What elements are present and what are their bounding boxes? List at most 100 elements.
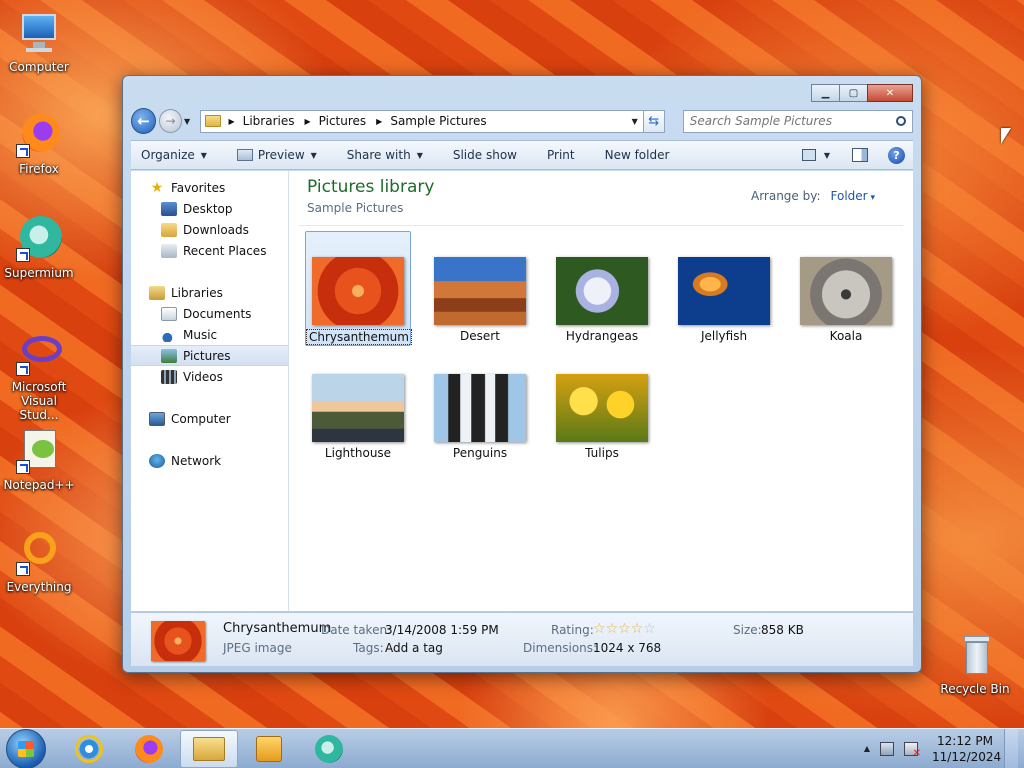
star-icon[interactable]: ☆ [606,622,619,636]
clock-time: 12:12 PM [937,733,993,748]
nav-computer[interactable]: Computer [131,408,288,429]
thumbnail-image [312,257,404,325]
taskbar-firefox[interactable] [120,730,178,768]
desktop-icon-label: Everything [6,580,72,594]
taskbar: ▲ ✕ 12:12 PM 11/12/2024 [0,728,1024,768]
supermium-icon [16,216,62,262]
thumbnail-image [434,257,526,325]
search-box[interactable] [682,109,913,133]
nav-downloads[interactable]: Downloads [131,219,288,240]
change-view-icon[interactable] [801,149,816,161]
show-desktop-button[interactable] [1004,728,1018,768]
taskbar-supermium[interactable] [300,730,358,768]
maximize-button[interactable]: ▢ [839,84,868,102]
file-item-desert[interactable]: Desert [427,257,533,343]
rating-stars[interactable]: ☆ ☆ ☆ ☆ ☆ [593,622,656,636]
address-bar[interactable]: ▶ Libraries ▶ Pictures ▶ Sample Pictures ▼ [199,109,644,133]
clock-date: 11/12/2024 [932,749,1002,764]
nav-music[interactable]: Music [131,324,288,345]
size-label: Size: [733,623,762,637]
thumbnail-image [556,374,648,442]
star-icon[interactable]: ☆ [618,622,631,636]
details-pane: Chrysanthemum JPEG image Date taken: 3/1… [131,612,913,666]
star-icon[interactable]: ☆ [643,622,656,636]
details-file-type: JPEG image [223,641,292,655]
taskbar-media-player[interactable] [240,730,298,768]
nav-network[interactable]: Network [131,450,288,471]
desktop-icon-notepadpp[interactable]: Notepad++ [0,428,78,492]
nav-favorites[interactable]: ★ Favorites [131,177,288,198]
recent-places-icon [161,243,177,258]
search-input[interactable] [689,114,896,128]
nav-pictures[interactable]: Pictures [131,345,288,366]
show-hidden-icons-icon[interactable]: ▲ [864,744,870,753]
nav-libraries[interactable]: Libraries [131,282,288,303]
help-icon[interactable]: ? [888,146,905,164]
arrange-by-dropdown[interactable]: Folder [831,189,875,203]
taskbar-internet-explorer[interactable] [60,730,118,768]
desktop-icon-recycle-bin[interactable]: Recycle Bin [936,632,1014,696]
share-with-button[interactable]: Share with ▼ [347,148,423,162]
breadcrumb-separator-icon[interactable]: ▶ [304,117,310,126]
network-status-icon[interactable] [880,741,894,756]
file-item-lighthouse[interactable]: Lighthouse [305,374,411,460]
shortcut-arrow-icon [16,144,30,158]
details-file-name: Chrysanthemum [223,621,332,636]
desktop-icon-label: Firefox [19,162,59,176]
organize-button[interactable]: Organize ▼ [141,148,207,162]
desktop-icon-firefox[interactable]: Firefox [0,112,78,176]
desktop-icon-visual-studio[interactable]: Microsoft Visual Stud... [0,330,78,422]
file-item-jellyfish[interactable]: Jellyfish [671,257,777,343]
file-item-penguins[interactable]: Penguins [427,374,533,460]
breadcrumb-separator-icon[interactable]: ▶ [229,117,235,126]
dimensions-value: 1024 x 768 [593,641,662,655]
preview-button[interactable]: Preview ▼ [236,148,317,162]
tags-value[interactable]: Add a tag [385,641,443,655]
views-dropdown-icon[interactable]: ▼ [824,151,830,160]
file-list: Pictures library Sample Pictures Arrange… [289,171,913,611]
clock[interactable]: 12:12 PM 11/12/2024 [932,733,1002,765]
nav-documents[interactable]: Documents [131,303,288,324]
start-button[interactable] [6,728,46,768]
explorer-window: ▁ ▢ ✕ ← → ▼ ▶ Libraries ▶ Pictures ▶ Sample… [122,75,922,673]
refresh-button[interactable]: ⇆ [643,109,665,133]
desktop-icon-everything[interactable]: Everything [0,530,78,594]
volume-muted-icon[interactable]: ✕ [904,741,921,759]
recent-pages-dropdown[interactable]: ▼ [184,117,195,126]
minimize-button[interactable]: ▁ [811,84,840,102]
desktop-icon-supermium[interactable]: Supermium [0,216,78,280]
back-button[interactable]: ← [131,108,156,134]
slide-show-button[interactable]: Slide show [453,148,517,162]
forward-button[interactable]: → [158,109,183,133]
breadcrumb-libraries[interactable]: ▶ Libraries [229,114,295,128]
desktop-icon-label: Recycle Bin [940,682,1010,696]
thumbnail-image [312,374,404,442]
firefox-icon [16,112,62,158]
file-item-tulips[interactable]: Tulips [549,374,655,460]
search-icon[interactable] [896,116,906,126]
desktop-icon-computer[interactable]: Computer [0,10,78,74]
breadcrumb-sample-pictures[interactable]: ▶ Sample Pictures [376,114,486,128]
star-icon[interactable]: ☆ [631,622,644,636]
taskbar-windows-explorer[interactable] [180,729,238,768]
breadcrumb-pictures[interactable]: ▶ Pictures [304,114,366,128]
date-taken-value[interactable]: 3/14/2008 1:59 PM [385,623,499,637]
star-icon[interactable]: ☆ [593,622,606,636]
nav-recent-places[interactable]: Recent Places [131,240,288,261]
file-item-koala[interactable]: Koala [793,257,899,343]
close-button[interactable]: ✕ [867,84,913,102]
arrange-by: Arrange by: Folder [751,189,875,203]
file-item-chrysanthemum[interactable]: Chrysanthemum [305,231,412,346]
preview-icon [236,149,253,161]
command-bar: Organize ▼ Preview ▼ Share with ▼ Slide sho… [131,140,913,170]
breadcrumb-separator-icon[interactable]: ▶ [376,117,382,126]
preview-pane-icon[interactable] [852,148,868,162]
visual-studio-icon [16,330,62,376]
file-item-hydrangeas[interactable]: Hydrangeas [549,257,655,343]
music-icon [161,327,177,342]
address-dropdown-icon[interactable]: ▼ [627,117,643,126]
print-button[interactable]: Print [547,148,575,162]
nav-videos[interactable]: Videos [131,366,288,387]
nav-desktop[interactable]: Desktop [131,198,288,219]
new-folder-button[interactable]: New folder [605,148,670,162]
